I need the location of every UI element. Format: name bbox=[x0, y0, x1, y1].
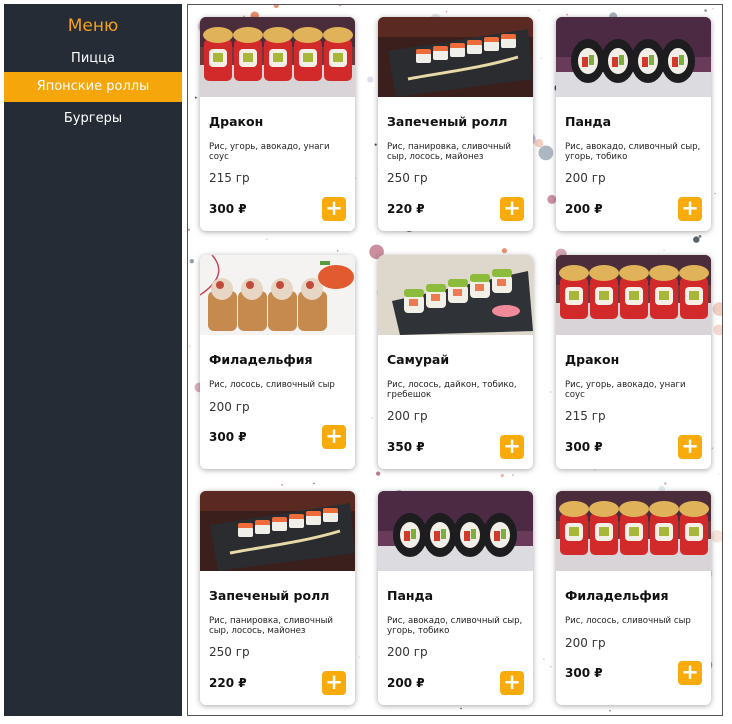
product-weight: 250 гр bbox=[387, 171, 428, 185]
product-description: Рис, авокадо, сливочный сыр, угорь, тоби… bbox=[565, 142, 701, 162]
add-to-cart-button[interactable]: + bbox=[322, 425, 346, 449]
product-price: 200 ₽ bbox=[565, 202, 603, 216]
product-price: 350 ₽ bbox=[387, 440, 425, 454]
add-to-cart-button[interactable]: + bbox=[322, 671, 346, 695]
product-image bbox=[378, 491, 533, 571]
product-name: Панда bbox=[565, 114, 612, 129]
product-description: Рис, лосось, сливочный сыр bbox=[565, 616, 691, 626]
product-name: Самурай bbox=[387, 352, 450, 367]
product-description: Рис, лосось, сливочный сыр bbox=[209, 380, 335, 390]
menu-title: Меню bbox=[67, 16, 119, 36]
sidebar-item-pizza[interactable]: Пицца bbox=[4, 44, 182, 74]
product-description: Рис, угорь, авокадо, унаги соус bbox=[565, 380, 686, 400]
add-to-cart-button[interactable]: + bbox=[500, 671, 524, 695]
product-card: Дракон Рис, угорь, авокадо, унаги соус 215… bbox=[556, 255, 711, 469]
product-card: Панда Рис, авокадо, сливочный сыр, угорь,… bbox=[378, 491, 533, 705]
product-weight: 215 гр bbox=[209, 171, 250, 185]
product-name: Запеченый ролл bbox=[387, 114, 508, 129]
add-to-cart-button[interactable]: + bbox=[500, 435, 524, 459]
product-price: 300 ₽ bbox=[209, 202, 247, 216]
product-name: Запеченый ролл bbox=[209, 588, 330, 603]
product-price: 300 ₽ bbox=[565, 666, 603, 680]
product-name: Дракон bbox=[209, 114, 264, 129]
product-description: Рис, авокадо, сливочный сыр, угорь, тоби… bbox=[387, 616, 523, 636]
add-to-cart-button[interactable]: + bbox=[678, 435, 702, 459]
product-card: Дракон Рис, угорь, авокадо, унаги соус 215… bbox=[200, 17, 355, 231]
product-weight: 200 гр bbox=[565, 171, 606, 185]
product-card: Запеченый ролл Рис, панировка, сливочный … bbox=[200, 491, 355, 705]
product-weight: 200 гр bbox=[565, 636, 606, 650]
product-card: Панда Рис, авокадо, сливочный сыр, угорь,… bbox=[556, 17, 711, 231]
product-weight: 250 гр bbox=[209, 645, 250, 659]
product-image bbox=[200, 17, 355, 97]
product-price: 300 ₽ bbox=[209, 430, 247, 444]
product-description: Рис, угорь, авокадо, унаги соус bbox=[209, 142, 330, 162]
product-price: 220 ₽ bbox=[387, 202, 425, 216]
product-description: Рис, панировка, сливочный сыр, лосось, м… bbox=[209, 616, 333, 636]
product-name: Филадельфия bbox=[565, 588, 669, 603]
product-weight: 200 гр bbox=[209, 400, 250, 414]
product-weight: 200 гр bbox=[387, 409, 428, 423]
product-name: Филадельфия bbox=[209, 352, 313, 367]
product-price: 300 ₽ bbox=[565, 440, 603, 454]
product-card: Самурай Рис, лосось, дайкон, тобико, греб… bbox=[378, 255, 533, 469]
product-image bbox=[556, 255, 711, 335]
product-image bbox=[556, 491, 711, 571]
add-to-cart-button[interactable]: + bbox=[678, 661, 702, 685]
product-price: 220 ₽ bbox=[209, 676, 247, 690]
add-to-cart-button[interactable]: + bbox=[500, 197, 524, 221]
product-card: Филадельфия Рис, лосось, сливочный сыр 200… bbox=[556, 491, 711, 705]
product-grid: Дракон Рис, угорь, авокадо, унаги соус 215… bbox=[187, 4, 723, 716]
product-name: Панда bbox=[387, 588, 434, 603]
add-to-cart-button[interactable]: + bbox=[322, 197, 346, 221]
product-price: 200 ₽ bbox=[387, 676, 425, 690]
sidebar-item-burgers[interactable]: Бургеры bbox=[4, 104, 182, 134]
product-weight: 215 гр bbox=[565, 409, 606, 423]
product-name: Дракон bbox=[565, 352, 620, 367]
product-image bbox=[556, 17, 711, 97]
product-card: Филадельфия Рис, лосось, сливочный сыр 200… bbox=[200, 255, 355, 469]
product-card: Запеченый ролл Рис, панировка, сливочный … bbox=[378, 17, 533, 231]
sidebar: Меню Пицца Японские роллы Бургеры bbox=[4, 4, 182, 716]
product-image bbox=[378, 17, 533, 97]
product-image bbox=[200, 255, 355, 335]
product-image bbox=[378, 255, 533, 335]
add-to-cart-button[interactable]: + bbox=[678, 197, 702, 221]
product-description: Рис, лосось, дайкон, тобико, гребешок bbox=[387, 380, 517, 400]
product-weight: 200 гр bbox=[387, 645, 428, 659]
sidebar-item-japanese-rolls[interactable]: Японские роллы bbox=[4, 72, 182, 102]
product-description: Рис, панировка, сливочный сыр, лосось, м… bbox=[387, 142, 511, 162]
product-image bbox=[200, 491, 355, 571]
